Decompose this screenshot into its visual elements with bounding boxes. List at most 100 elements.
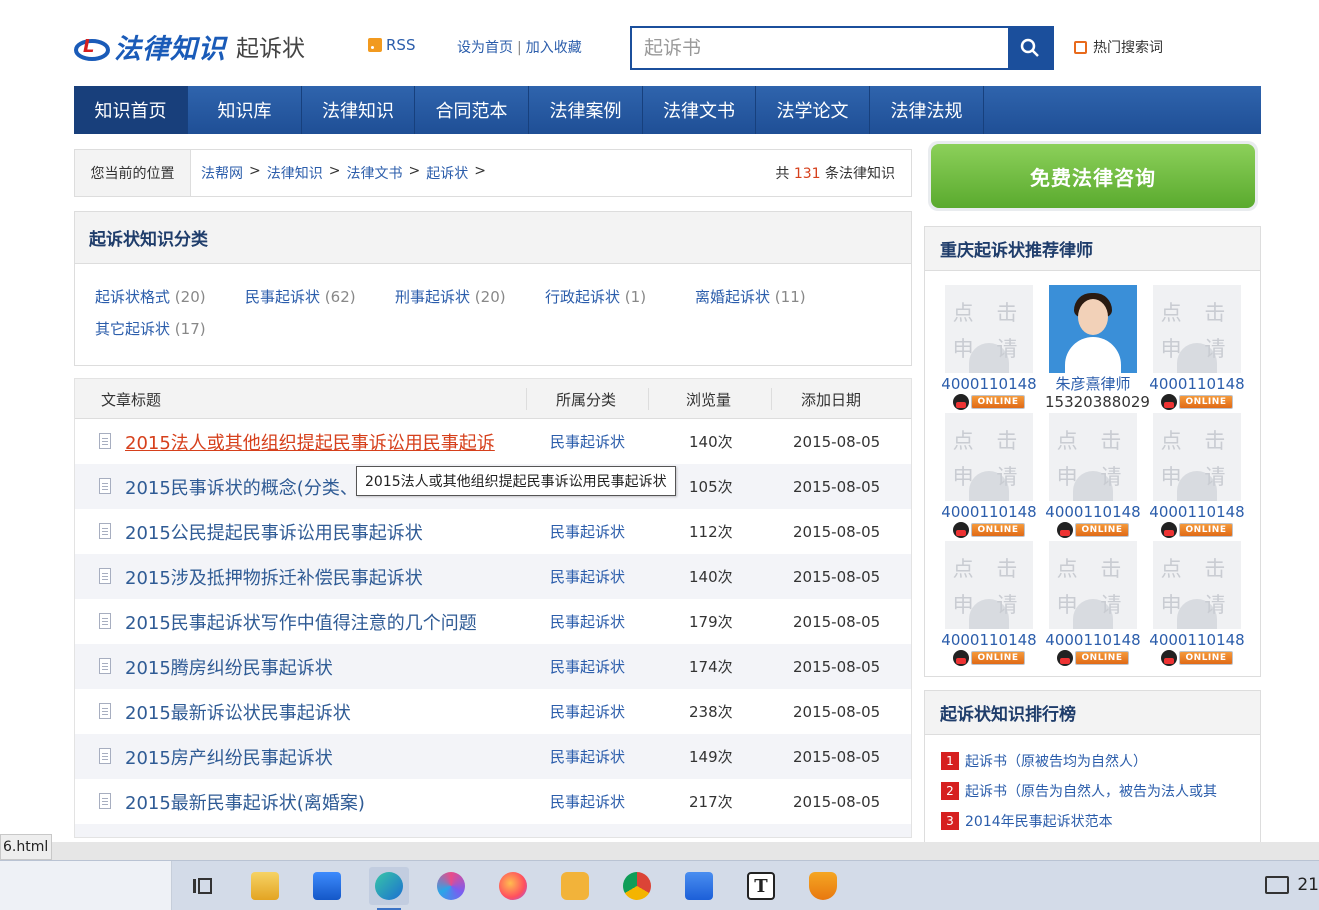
lawyer-name[interactable]: 4000110148	[941, 631, 1037, 649]
nav-item-knowledge-base[interactable]: 知识库	[188, 86, 302, 134]
article-title-link[interactable]: 2015涉及抵押物拆迁补偿民事起诉状	[125, 554, 423, 599]
breadcrumb-item[interactable]: 法帮网	[201, 163, 243, 183]
article-category-link[interactable]: 民事起诉状	[550, 554, 625, 599]
apply-placeholder[interactable]: 点 击申 请	[945, 285, 1033, 373]
apply-placeholder[interactable]: 点 击申 请	[1153, 413, 1241, 501]
category-link[interactable]: 民事起诉状 (62)	[245, 286, 356, 307]
edge-button[interactable]	[369, 867, 409, 910]
ranking-item[interactable]: 3 2014年民事起诉状范本	[941, 811, 1113, 831]
article-category-link[interactable]: 民事起诉状	[550, 734, 625, 779]
document-icon	[99, 748, 111, 764]
article-category-link[interactable]: 民事起诉状	[550, 599, 625, 644]
lawyer-card[interactable]: 点 击申 请 4000110148 ONLINE	[941, 541, 1037, 670]
article-title-link[interactable]: 2015房产纠纷民事起诉状	[125, 734, 333, 779]
article-category-link[interactable]: 民事起诉状	[550, 779, 625, 824]
qq-online-button[interactable]: ONLINE	[1160, 650, 1234, 666]
lawyer-card[interactable]: 点 击申 请 4000110148 ONLINE	[1045, 413, 1141, 542]
qq-online-button[interactable]: ONLINE	[1160, 522, 1234, 538]
article-category-link[interactable]: 刑事起诉状	[550, 824, 625, 837]
add-favorite-link[interactable]: 加入收藏	[526, 40, 582, 56]
typora-button[interactable]: T	[741, 867, 781, 905]
category-link[interactable]: 起诉状格式 (20)	[95, 286, 206, 307]
set-home-link[interactable]: 设为首页	[457, 40, 513, 56]
category-link[interactable]: 离婚起诉状 (11)	[695, 286, 806, 307]
lawyer-name[interactable]: 朱彦熹律师	[1045, 375, 1141, 393]
nav-item-documents[interactable]: 法律文书	[643, 86, 756, 134]
lawyer-card[interactable]: 点 击申 请 4000110148 ONLINE	[941, 413, 1037, 542]
article-title-link[interactable]: 2015年最新的刑事起诉状格式范本	[125, 824, 405, 837]
breadcrumb-item[interactable]: 法律知识	[267, 163, 323, 183]
category-box: 起诉状知识分类 起诉状格式 (20) 民事起诉状 (62) 刑事起诉状 (20)…	[74, 211, 912, 366]
lawyer-card[interactable]: 点 击申 请 4000110148 ONLINE	[941, 285, 1037, 414]
security-app-button[interactable]	[803, 867, 843, 905]
qq-online-button[interactable]: ONLINE	[952, 394, 1026, 410]
clock[interactable]: 21	[1297, 875, 1319, 895]
lawyer-name[interactable]: 4000110148	[1149, 503, 1245, 521]
nav-item-home[interactable]: 知识首页	[74, 86, 188, 134]
lawyer-photo[interactable]	[1049, 285, 1137, 373]
lawyer-name[interactable]: 4000110148	[1149, 375, 1245, 393]
hot-search-link[interactable]: 热门搜索词	[1074, 37, 1163, 57]
category-link[interactable]: 行政起诉状 (1)	[545, 286, 646, 307]
nav-item-contracts[interactable]: 合同范本	[415, 86, 529, 134]
qq-online-button[interactable]: ONLINE	[952, 650, 1026, 666]
article-category-link[interactable]: 民事起诉状	[550, 509, 625, 554]
article-title-link[interactable]: 2015公民提起民事诉讼用民事起诉状	[125, 509, 423, 554]
category-link[interactable]: 刑事起诉状 (20)	[395, 286, 506, 307]
file-explorer-button[interactable]	[245, 867, 285, 905]
monitor-app-button[interactable]	[555, 867, 595, 905]
app-button[interactable]	[431, 867, 471, 905]
mail-button[interactable]	[307, 867, 347, 905]
lawyer-name[interactable]: 4000110148	[1045, 503, 1141, 521]
site-logo[interactable]: L 法律知识 起诉状	[74, 26, 305, 66]
apply-placeholder[interactable]: 点 击申 请	[1049, 541, 1137, 629]
search-button[interactable]	[1008, 28, 1052, 68]
news-icon[interactable]	[1265, 876, 1290, 894]
lawyer-card[interactable]: 朱彦熹律师 15320388029	[1045, 285, 1150, 411]
lawyer-card[interactable]: 点 击申 请 4000110148 ONLINE	[1149, 285, 1245, 414]
article-category-link[interactable]: 民事起诉状	[550, 419, 625, 464]
apply-placeholder[interactable]: 点 击申 请	[1153, 541, 1241, 629]
nav-item-legal-knowledge[interactable]: 法律知识	[302, 86, 415, 134]
qq-online-button[interactable]: ONLINE	[1056, 650, 1130, 666]
apply-placeholder[interactable]: 点 击申 请	[1153, 285, 1241, 373]
breadcrumb-item[interactable]: 起诉状	[426, 163, 468, 183]
lawyer-name[interactable]: 4000110148	[1149, 631, 1245, 649]
nav-item-cases[interactable]: 法律案例	[529, 86, 643, 134]
article-title-link[interactable]: 2015民事起诉状写作中值得注意的几个问题	[125, 599, 477, 644]
rss-link[interactable]: RSS	[368, 36, 415, 54]
qq-online-button[interactable]: ONLINE	[952, 522, 1026, 538]
article-category-link[interactable]: 民事起诉状	[550, 689, 625, 734]
qq-online-button[interactable]: ONLINE	[1160, 394, 1234, 410]
taskbar-search[interactable]	[0, 861, 172, 910]
article-title-link[interactable]: 2015最新民事起诉状(离婚案)	[125, 779, 365, 824]
lawyer-name[interactable]: 4000110148	[941, 503, 1037, 521]
firefox-button[interactable]	[493, 867, 533, 905]
lawyer-card[interactable]: 点 击申 请 4000110148 ONLINE	[1045, 541, 1141, 670]
lawyer-name[interactable]: 4000110148	[1045, 631, 1141, 649]
nav-item-papers[interactable]: 法学论文	[756, 86, 870, 134]
feishu-button[interactable]	[679, 867, 719, 905]
breadcrumb-item[interactable]: 法律文书	[346, 163, 402, 183]
article-title-link[interactable]: 2015法人或其他组织提起民事诉讼用民事起诉	[125, 419, 495, 464]
chrome-button[interactable]	[617, 867, 657, 905]
article-title-link[interactable]: 2015民事诉状的概念(分类、	[125, 464, 358, 509]
apply-placeholder[interactable]: 点 击申 请	[945, 413, 1033, 501]
lawyer-name[interactable]: 4000110148	[941, 375, 1037, 393]
nav-item-laws[interactable]: 法律法规	[870, 86, 984, 134]
lawyer-card[interactable]: 点 击申 请 4000110148 ONLINE	[1149, 541, 1245, 670]
apply-placeholder[interactable]: 点 击申 请	[1049, 413, 1137, 501]
article-title-link[interactable]: 2015最新诉讼状民事起诉状	[125, 689, 351, 734]
apply-placeholder[interactable]: 点 击申 请	[945, 541, 1033, 629]
ranking-item[interactable]: 1 起诉书（原被告均为自然人）	[941, 751, 1147, 771]
article-category-link[interactable]: 民事起诉状	[550, 644, 625, 689]
task-view-button[interactable]	[182, 867, 222, 905]
free-consult-button[interactable]: 免费法律咨询	[931, 144, 1255, 208]
ranking-item[interactable]: 2 起诉书（原告为自然人，被告为法人或其	[941, 781, 1217, 801]
qq-online-button[interactable]: ONLINE	[1056, 522, 1130, 538]
category-link[interactable]: 其它起诉状 (17)	[95, 318, 206, 339]
search-input[interactable]	[632, 28, 1008, 68]
horizontal-scrollbar[interactable]	[52, 842, 1319, 860]
lawyer-card[interactable]: 点 击申 请 4000110148 ONLINE	[1149, 413, 1245, 542]
article-title-link[interactable]: 2015腾房纠纷民事起诉状	[125, 644, 333, 689]
